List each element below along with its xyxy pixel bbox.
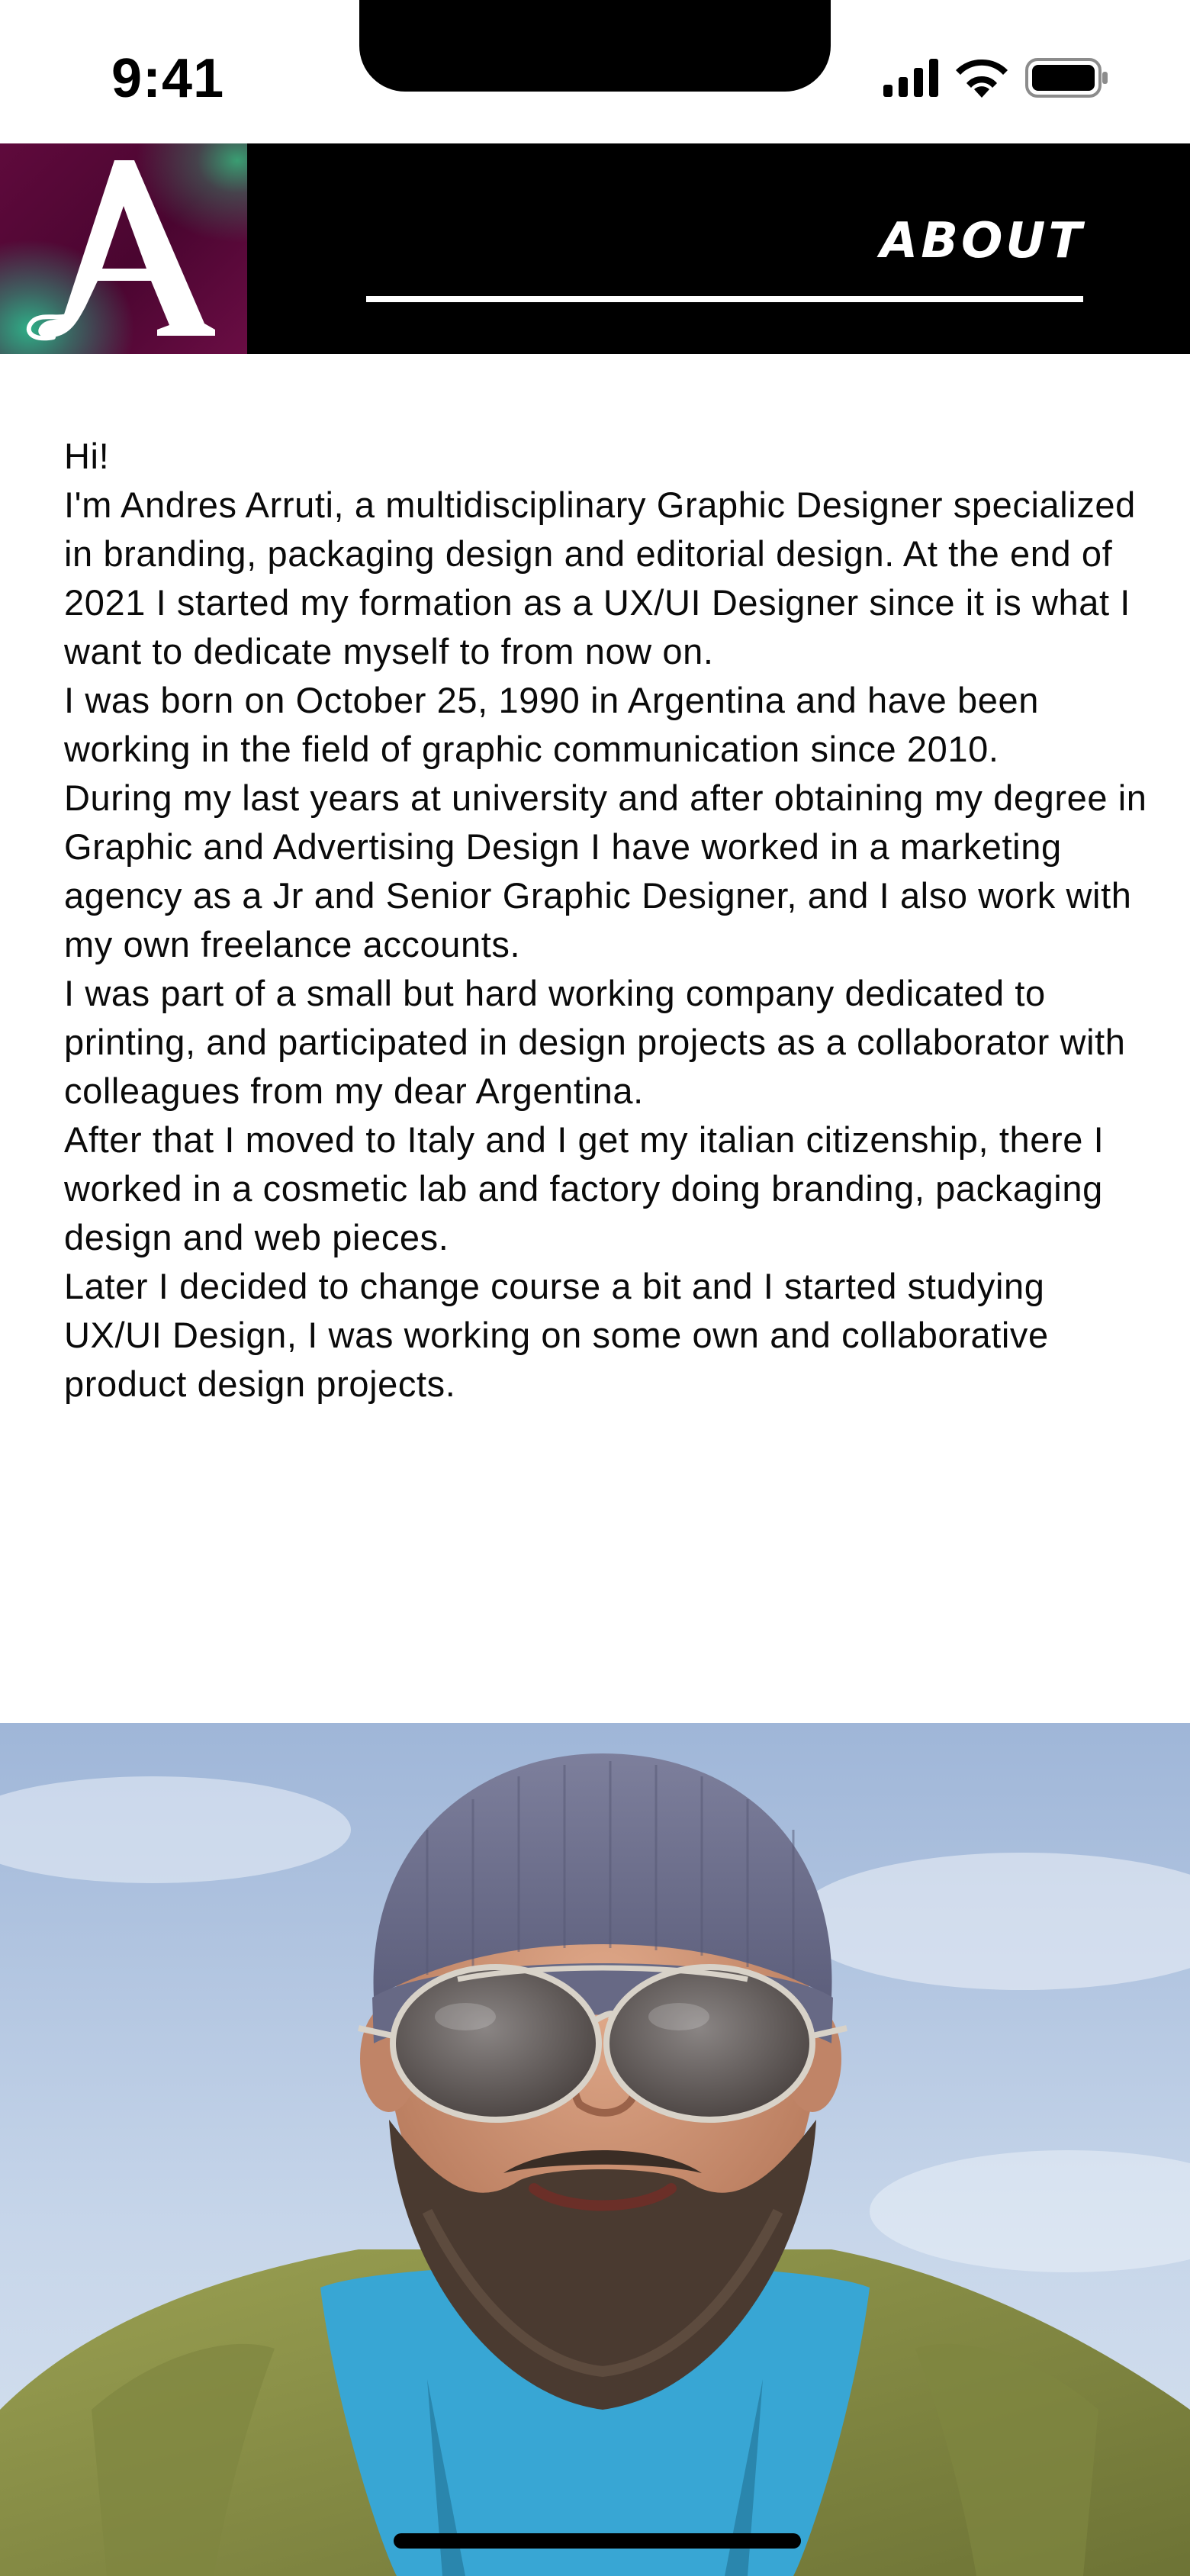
brand-logo-icon [26,160,216,341]
bio-paragraph: During my last years at university and a… [64,778,1147,964]
device-notch [359,0,831,92]
bio-paragraph: Hi! [64,436,110,476]
status-icons [883,55,1109,101]
brand-logo[interactable] [0,143,247,354]
title-underline [366,296,1083,302]
home-indicator[interactable] [394,2533,801,2549]
bio-paragraph: After that I moved to Italy and I get my… [64,1119,1105,1257]
page-title: ABOUT [880,213,1085,269]
bio-paragraph: Later I decided to change course a bit a… [64,1266,1049,1404]
status-bar: 9:41 [0,0,1190,143]
wifi-icon [956,59,1008,98]
bio-paragraph: I was part of a small but hard working c… [64,973,1126,1111]
app-header: ABOUT [0,143,1190,354]
cellular-signal-icon [883,59,938,97]
bio-paragraph: I'm Andres Arruti, a multidisciplinary G… [64,485,1136,671]
about-bio: Hi! I'm Andres Arruti, a multidisciplina… [64,432,1147,1409]
battery-icon [1025,58,1108,98]
status-time: 9:41 [111,48,225,109]
profile-photo [0,1723,1190,2576]
bio-paragraph: I was born on October 25, 1990 in Argent… [64,680,1039,769]
portrait-illustration [0,1723,1190,2576]
